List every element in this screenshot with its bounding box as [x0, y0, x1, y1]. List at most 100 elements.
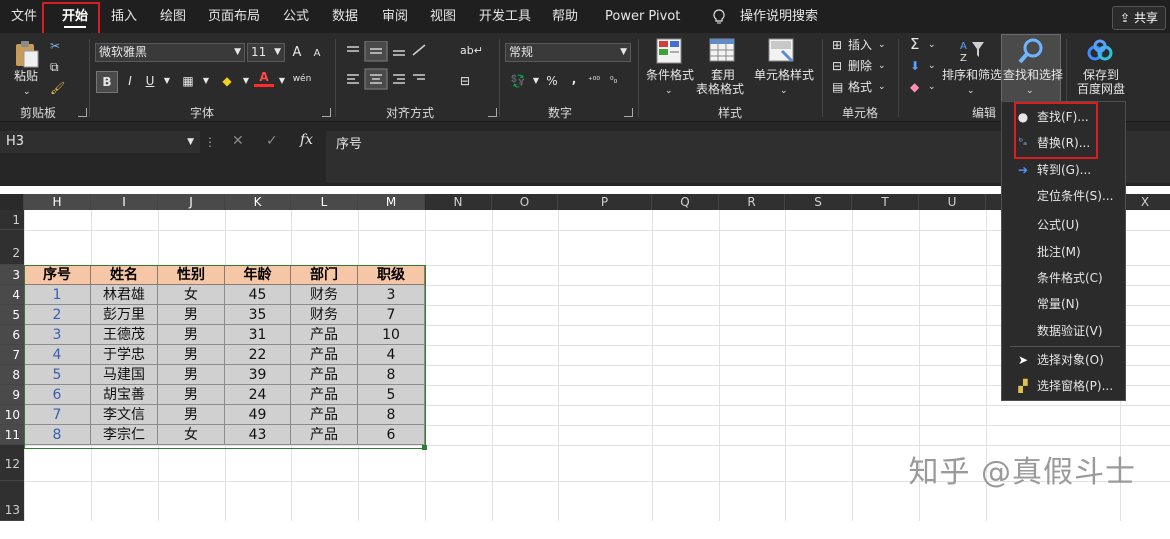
merge-center-icon[interactable]: ⊟: [460, 73, 470, 89]
italic-button[interactable]: I: [120, 71, 140, 91]
magnifier-icon[interactable]: [1017, 37, 1045, 65]
table-cell[interactable]: 王德茂: [91, 325, 158, 345]
delete-cells-icon[interactable]: ⊟: [832, 58, 842, 74]
conditional-format-icon[interactable]: [656, 38, 682, 64]
insert-function-button[interactable]: fx: [300, 132, 313, 148]
worksheet[interactable]: 序号 姓名 性别 年龄 部门 职级 1 林君雄女 45 财务 3 2 彭万里男 35 财务 7 3 王德茂男 31 产…: [24, 210, 1170, 521]
increase-decimal-icon[interactable]: ⁺⁰⁰: [588, 73, 600, 89]
insert-cells-icon[interactable]: ⊞: [832, 37, 842, 53]
table-cell[interactable]: 男: [158, 365, 225, 385]
table-cell[interactable]: 男: [158, 325, 225, 345]
number-launcher-icon[interactable]: [624, 108, 633, 117]
copy-icon[interactable]: ⧉: [50, 59, 59, 75]
table-cell[interactable]: 男: [158, 385, 225, 405]
table-cell[interactable]: 女: [158, 285, 225, 305]
name-box[interactable]: H3 ▼: [0, 131, 200, 153]
cell-styles-label[interactable]: 单元格样式: [754, 68, 814, 82]
table-cell[interactable]: 林君雄: [91, 285, 158, 305]
table-cell[interactable]: 产品: [291, 365, 358, 385]
row-header[interactable]: 11: [0, 425, 24, 445]
column-header[interactable]: X: [1120, 194, 1170, 210]
share-button[interactable]: ⇪ 共享: [1112, 6, 1166, 30]
clear-icon[interactable]: ◆: [910, 79, 919, 95]
table-header-cell[interactable]: 序号: [24, 265, 91, 285]
table-header-cell[interactable]: 职级: [358, 265, 425, 285]
find-select-label[interactable]: 查找和选择: [1003, 68, 1063, 82]
format-as-table-label-2[interactable]: 表格格式: [696, 82, 744, 96]
table-cell[interactable]: 7: [358, 305, 425, 325]
row-header[interactable]: 6: [0, 325, 24, 345]
sort-filter-label[interactable]: 排序和筛选: [942, 68, 1002, 82]
menu-item-comments[interactable]: 批注(M): [1002, 239, 1126, 265]
chevron-down-icon[interactable]: ⌄: [878, 79, 886, 95]
row-header[interactable]: 8: [0, 365, 24, 385]
currency-icon[interactable]: 💱: [508, 71, 528, 91]
format-as-table-label-1[interactable]: 套用: [711, 68, 735, 82]
table-cell[interactable]: 6: [24, 385, 91, 405]
fill-color-icon[interactable]: ◆: [217, 71, 237, 91]
table-cell[interactable]: 39: [225, 365, 291, 385]
column-header[interactable]: R: [719, 194, 785, 210]
wrap-text-icon[interactable]: ab↵: [460, 43, 483, 59]
tab-review[interactable]: 审阅: [382, 0, 408, 33]
chevron-down-icon[interactable]: ⌄: [878, 58, 886, 74]
table-cell[interactable]: 彭万里: [91, 305, 158, 325]
border-dropdown-icon[interactable]: ▼: [196, 71, 216, 91]
baidu-netdisk-icon[interactable]: [1087, 39, 1113, 63]
row-header[interactable]: 2: [0, 230, 24, 265]
row-header[interactable]: 1: [0, 210, 24, 230]
table-cell[interactable]: 男: [158, 345, 225, 365]
table-cell[interactable]: 3: [358, 285, 425, 305]
menu-item-data-validation[interactable]: 数据验证(V): [1002, 318, 1126, 344]
table-cell[interactable]: 胡宝善: [91, 385, 158, 405]
table-cell[interactable]: 10: [358, 325, 425, 345]
grow-font-button[interactable]: A: [287, 43, 307, 63]
chevron-down-icon[interactable]: ⌄: [878, 37, 886, 53]
column-header[interactable]: J: [158, 194, 225, 210]
paste-dropdown-icon[interactable]: ⌄: [23, 84, 31, 100]
table-cell[interactable]: 6: [358, 425, 425, 445]
cut-icon[interactable]: ✂: [50, 38, 60, 54]
table-cell[interactable]: 4: [358, 345, 425, 365]
column-header[interactable]: S: [785, 194, 852, 210]
table-cell[interactable]: 产品: [291, 345, 358, 365]
table-cell[interactable]: 产品: [291, 385, 358, 405]
tab-file[interactable]: 文件: [11, 0, 37, 33]
tab-insert[interactable]: 插入: [111, 0, 137, 33]
bold-button[interactable]: B: [96, 71, 118, 93]
shrink-font-button[interactable]: A: [307, 44, 327, 64]
tab-page-layout[interactable]: 页面布局: [208, 0, 260, 33]
table-header-cell[interactable]: 姓名: [91, 265, 158, 285]
delete-cells-label[interactable]: 删除: [848, 58, 872, 74]
table-cell[interactable]: 1: [24, 285, 91, 305]
sort-filter-icon[interactable]: AZ: [958, 38, 986, 64]
menu-item-conditional-formatting[interactable]: 条件格式(C): [1002, 265, 1126, 291]
format-cells-label[interactable]: 格式: [848, 79, 872, 95]
chevron-down-icon[interactable]: ⌄: [967, 83, 975, 99]
table-cell[interactable]: 产品: [291, 325, 358, 345]
border-icon[interactable]: ▦: [178, 71, 198, 91]
enter-icon[interactable]: ✓: [266, 133, 278, 149]
column-header[interactable]: M: [358, 194, 425, 210]
table-cell[interactable]: 8: [358, 405, 425, 425]
menu-item-goto[interactable]: ➔ 转到(G)...: [1002, 157, 1126, 183]
more-options-icon[interactable]: ⋮: [204, 134, 216, 150]
conditional-format-label[interactable]: 条件格式: [646, 68, 694, 82]
chevron-down-icon[interactable]: ⌄: [665, 83, 673, 99]
paste-label[interactable]: 粘贴: [14, 68, 38, 84]
column-header[interactable]: N: [425, 194, 492, 210]
column-header[interactable]: H: [24, 194, 91, 210]
save-baidu-label-1[interactable]: 保存到: [1083, 68, 1119, 82]
table-header-cell[interactable]: 性别: [158, 265, 225, 285]
table-cell[interactable]: 24: [225, 385, 291, 405]
tab-help[interactable]: 帮助: [552, 0, 578, 33]
row-header[interactable]: 12: [0, 449, 24, 481]
chevron-down-icon[interactable]: ⌄: [1026, 83, 1034, 99]
menu-item-formulas[interactable]: 公式(U): [1002, 212, 1126, 238]
column-header[interactable]: K: [225, 194, 291, 210]
table-cell[interactable]: 李文信: [91, 405, 158, 425]
table-cell[interactable]: 5: [24, 365, 91, 385]
table-cell[interactable]: 男: [158, 405, 225, 425]
cell-styles-icon[interactable]: [768, 38, 796, 64]
row-header[interactable]: 4: [0, 285, 24, 305]
